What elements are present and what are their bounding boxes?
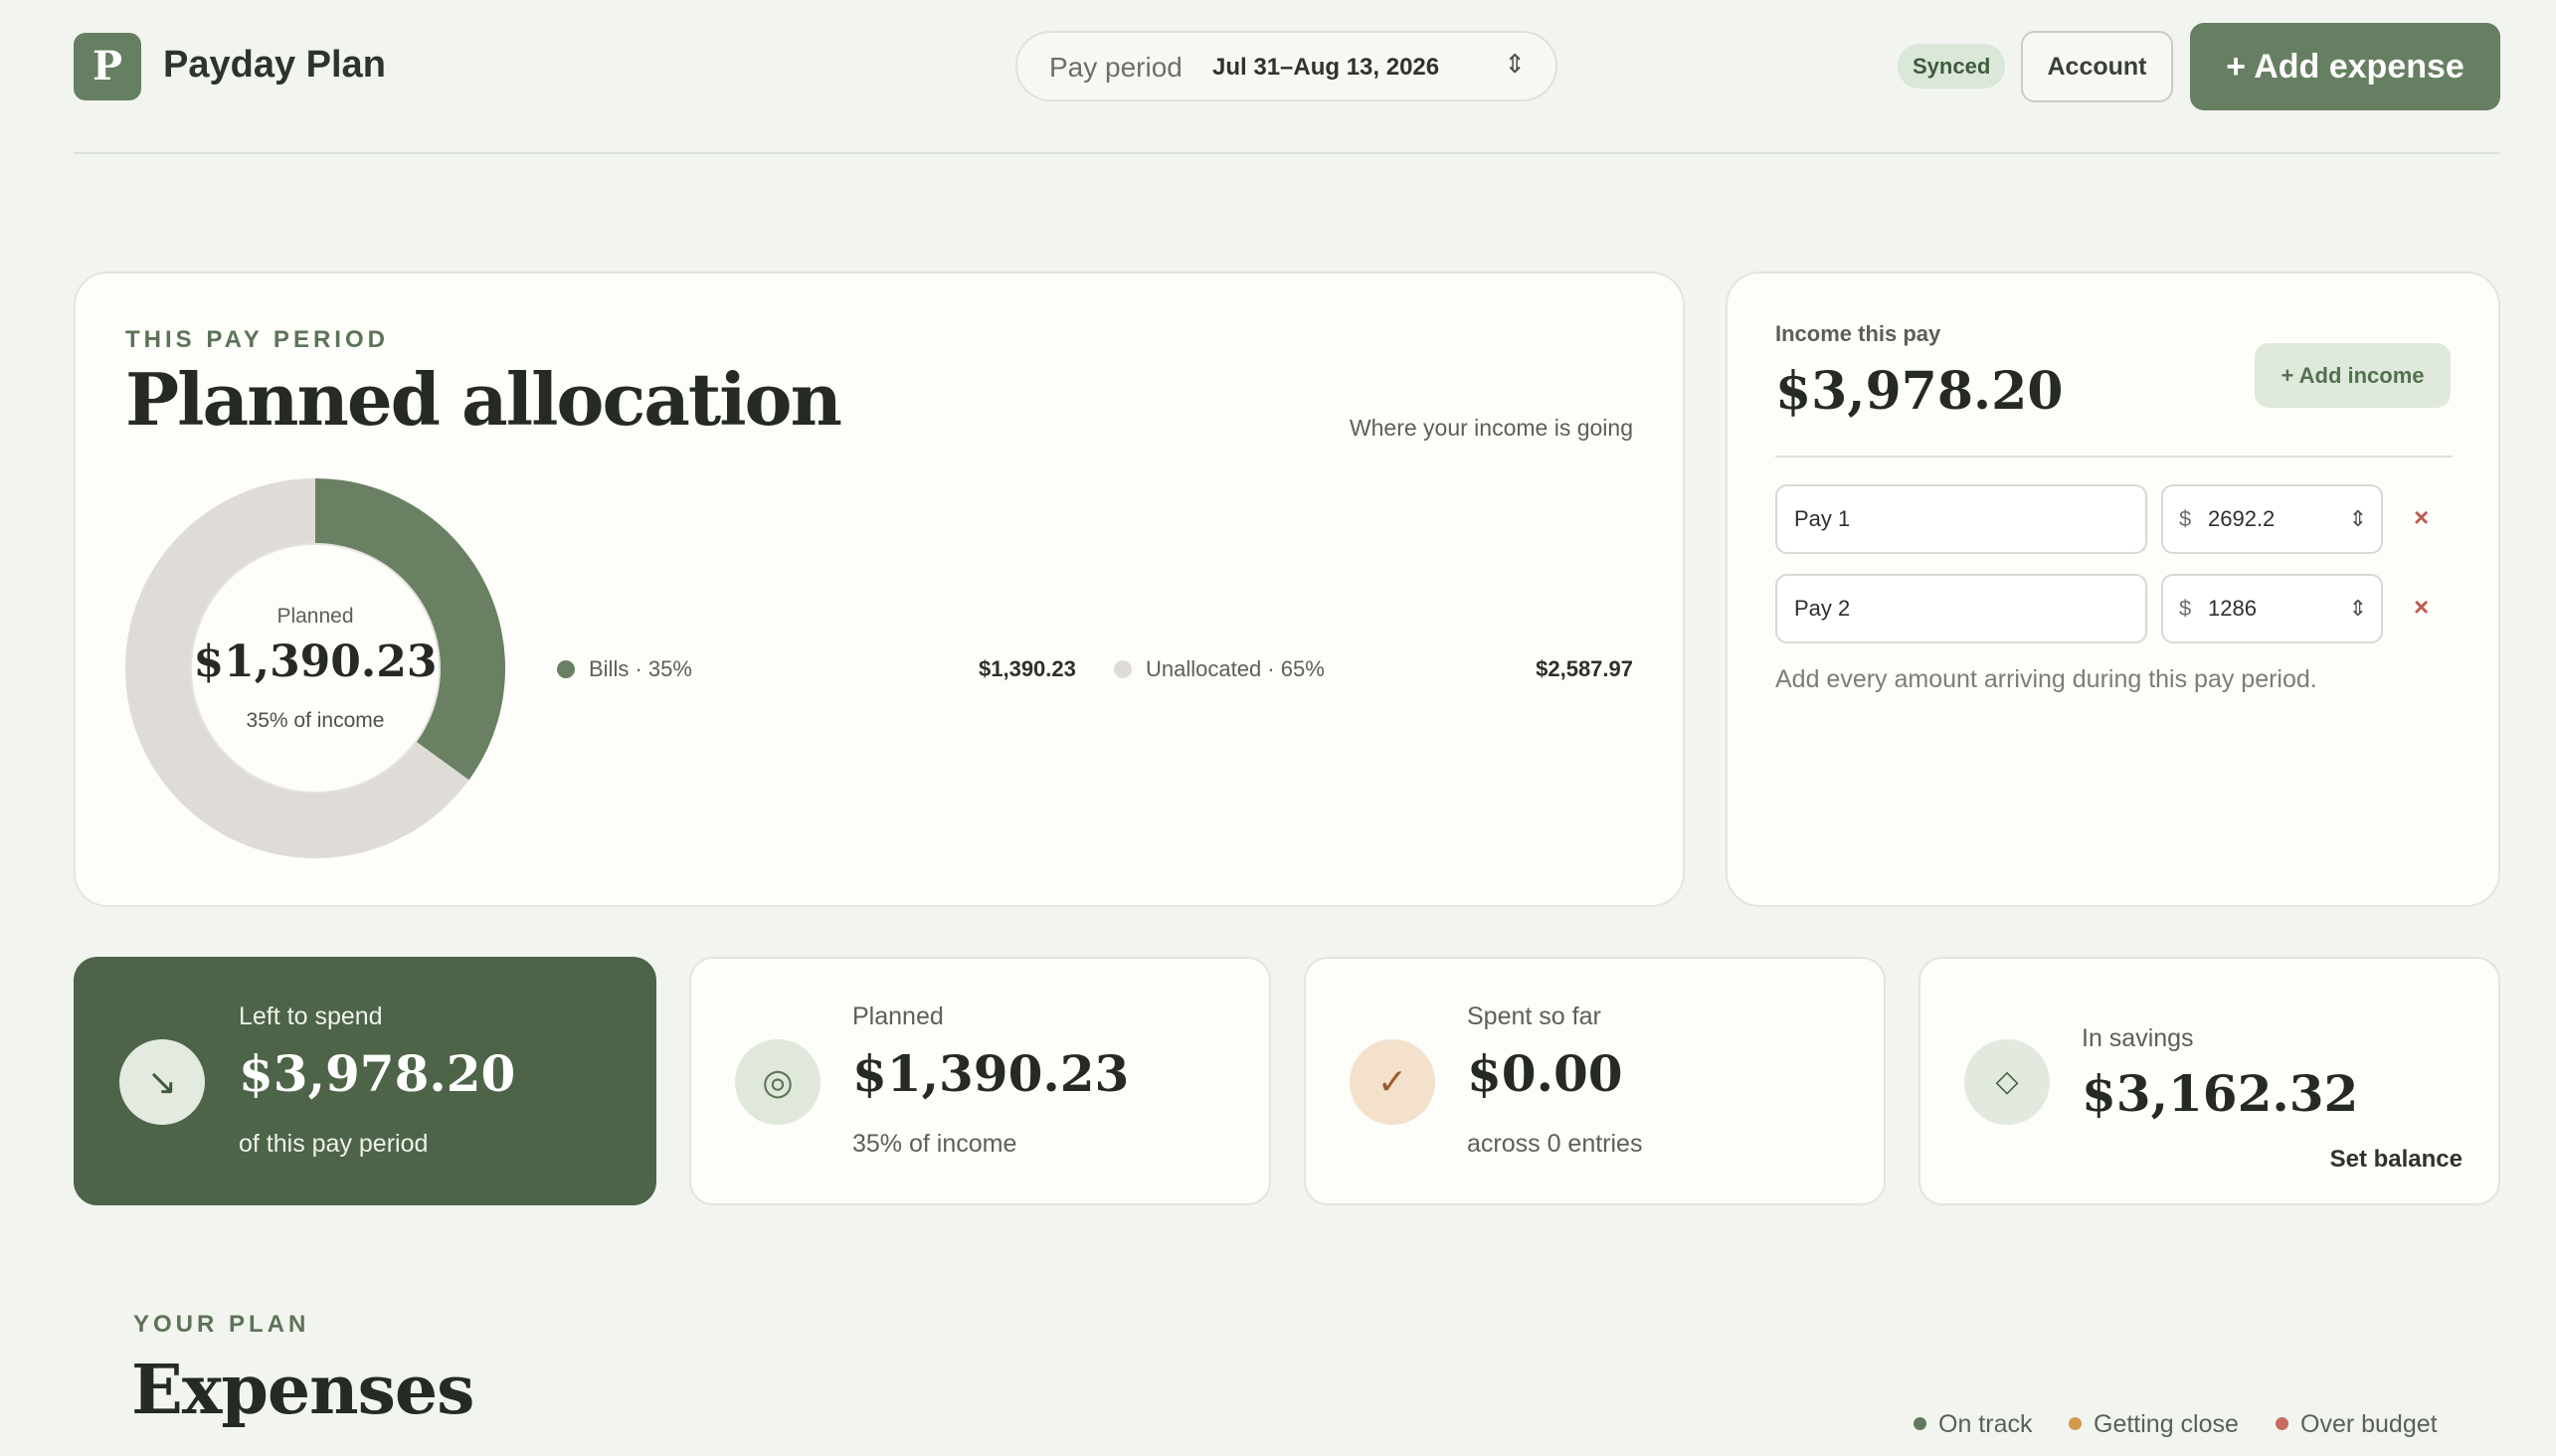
- pay-amount-input[interactable]: $ 1286 ⇕: [2161, 574, 2383, 643]
- stat-value: $3,162.32: [2082, 1064, 2359, 1123]
- add-expense-button[interactable]: + Add expense: [2190, 23, 2500, 110]
- stat-sub: 35% of income: [852, 1130, 1017, 1158]
- donut-center-value: $1,390.23: [193, 637, 438, 687]
- currency-symbol: $: [2179, 596, 2192, 621]
- pay-amount-value: 2692.2: [2208, 506, 2276, 531]
- left-to-spend-card: ↘ Left to spend $3,978.20 of this pay pe…: [74, 957, 656, 1205]
- stat-label: Spent so far: [1467, 1002, 1601, 1030]
- donut-center-label: Planned: [276, 605, 354, 628]
- sync-status-badge: Synced: [1898, 44, 2006, 89]
- legend-amount-unallocated: $2,587.97: [1536, 656, 1633, 681]
- arrow-down-right-icon: ↘: [119, 1039, 205, 1125]
- pay-amount-input[interactable]: $ 2692.2 ⇕: [2161, 484, 2383, 554]
- remove-pay-button[interactable]: ×: [2414, 592, 2429, 623]
- status-legend-over-budget: Over budget: [2276, 1410, 2438, 1439]
- status-legend-on-track: On track: [1914, 1410, 2032, 1439]
- income-total: $3,978.20: [1775, 361, 2064, 422]
- stat-value: $0.00: [1467, 1044, 1623, 1103]
- divider: [1775, 455, 2453, 457]
- chevron-up-down-icon: ⇕: [1504, 49, 1526, 79]
- top-header: P Payday Plan Pay period Jul 31–Aug 13, …: [74, 0, 2500, 154]
- savings-card: ◇ In savings $3,162.32 Set balance: [1918, 957, 2500, 1205]
- diamond-icon: ◇: [1964, 1039, 2050, 1125]
- status-label: Getting close: [2094, 1410, 2239, 1438]
- legend-item-bills: Bills · 35%: [557, 656, 692, 682]
- pay-name-input[interactable]: Pay 2: [1775, 574, 2147, 643]
- pay-period-value: Jul 31–Aug 13, 2026: [1212, 54, 1440, 81]
- account-button[interactable]: Account: [2021, 31, 2173, 102]
- pay-period-label: Pay period: [1049, 52, 1183, 83]
- allocation-subtitle: Where your income is going: [1349, 415, 1633, 441]
- stepper-icon[interactable]: ⇕: [2349, 576, 2367, 641]
- app-logo: P: [74, 33, 141, 100]
- income-card: Income this pay $3,978.20 + Add income P…: [1726, 272, 2500, 907]
- income-label: Income this pay: [1775, 321, 1941, 346]
- donut-center-sub: 35% of income: [246, 709, 385, 732]
- allocation-title: Planned allocation: [125, 357, 842, 442]
- stat-value: $3,978.20: [239, 1044, 516, 1103]
- currency-symbol: $: [2179, 506, 2192, 531]
- allocation-card: THIS PAY PERIOD Planned allocation Where…: [74, 272, 1685, 907]
- status-dot: [1914, 1417, 1926, 1430]
- app-name: Payday Plan: [163, 44, 386, 86]
- status-legend-getting-close: Getting close: [2069, 1410, 2239, 1439]
- legend-amount-bills: $1,390.23: [979, 656, 1076, 681]
- status-label: Over budget: [2300, 1410, 2438, 1438]
- remove-pay-button[interactable]: ×: [2414, 502, 2429, 533]
- stat-label: Planned: [852, 1002, 944, 1030]
- plan-eyebrow: YOUR PLAN: [133, 1311, 310, 1338]
- status-dot: [2069, 1417, 2082, 1430]
- legend-item-unallocated: Unallocated · 65%: [1114, 656, 1325, 682]
- plan-title: Expenses: [131, 1351, 474, 1430]
- status-label: On track: [1938, 1410, 2033, 1438]
- planned-card: ◎ Planned $1,390.23 35% of income: [689, 957, 1271, 1205]
- set-balance-button[interactable]: Set balance: [2330, 1146, 2463, 1174]
- pay-amount-value: 1286: [2208, 596, 2257, 621]
- stat-value: $1,390.23: [852, 1044, 1130, 1103]
- legend-label: Unallocated · 65%: [1146, 656, 1325, 681]
- stepper-icon[interactable]: ⇕: [2349, 486, 2367, 552]
- income-help-text: Add every amount arriving during this pa…: [1775, 665, 2317, 693]
- spent-card: ✓ Spent so far $0.00 across 0 entries: [1304, 957, 1886, 1205]
- target-icon: ◎: [735, 1039, 821, 1125]
- pay-name-input[interactable]: Pay 1: [1775, 484, 2147, 554]
- pay-period-select[interactable]: Pay period Jul 31–Aug 13, 2026 ⇕: [1015, 31, 1557, 101]
- status-dot: [2276, 1417, 2288, 1430]
- legend-dot: [557, 660, 575, 678]
- add-income-button[interactable]: + Add income: [2255, 343, 2451, 408]
- stat-sub: of this pay period: [239, 1130, 429, 1158]
- check-icon: ✓: [1350, 1039, 1435, 1125]
- stat-sub: across 0 entries: [1467, 1130, 1643, 1158]
- stat-label: Left to spend: [239, 1002, 383, 1030]
- legend-label: Bills · 35%: [589, 656, 692, 681]
- stat-label: In savings: [2082, 1024, 2194, 1052]
- allocation-eyebrow: THIS PAY PERIOD: [125, 326, 389, 353]
- legend-dot: [1114, 660, 1132, 678]
